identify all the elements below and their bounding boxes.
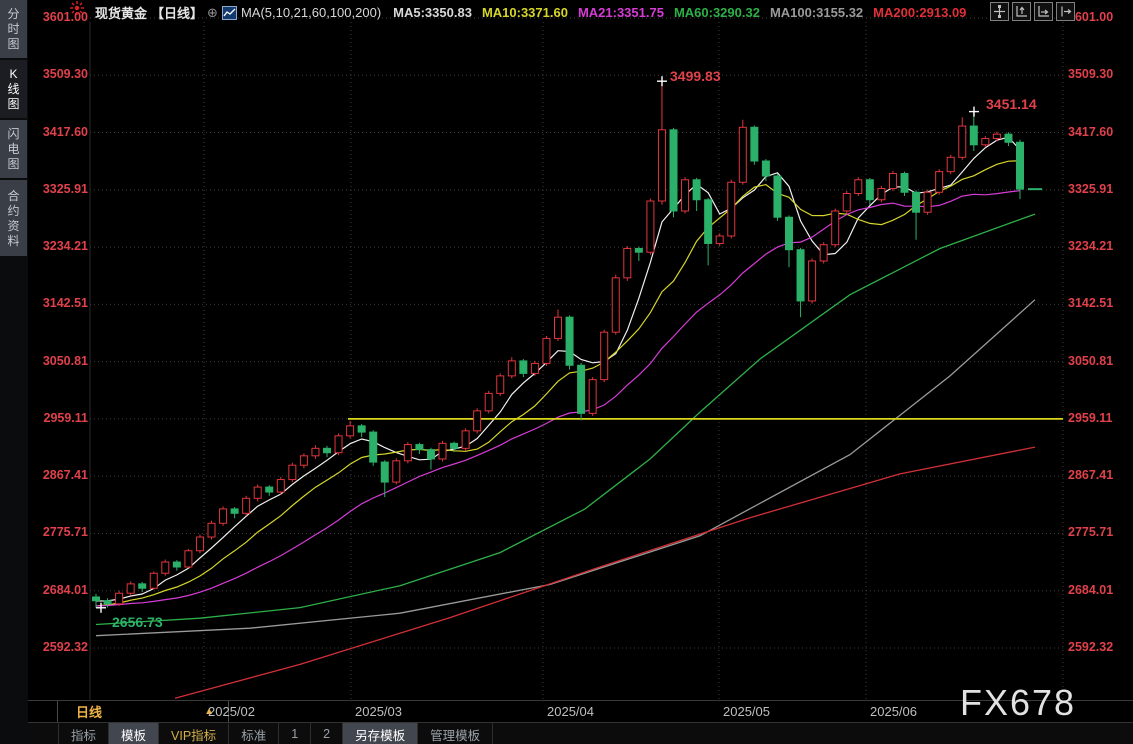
ma-value: MA200:2913.09 (873, 5, 966, 20)
sidebar-item-char: 时 (7, 22, 19, 36)
bottom-tab[interactable]: 标准 (229, 723, 279, 744)
period-selector[interactable]: 日线 ▲ (57, 701, 229, 722)
sidebar-item-3[interactable]: 闪电图 (0, 120, 27, 178)
date-tick: 2025/02 (208, 704, 255, 719)
hot-marker-icon (70, 1, 84, 15)
bottom-tab[interactable]: VIP指标 (159, 723, 229, 744)
price-tick-left: 3142.51 (30, 296, 88, 310)
bottom-tab[interactable]: 指标 (58, 723, 109, 744)
crosshair-move-icon[interactable] (990, 2, 1009, 21)
bottom-tab[interactable]: 管理模板 (418, 723, 493, 744)
left-sidebar: 分时图K线图闪电图合约资料 (0, 0, 28, 744)
price-annotation: 3451.14 (986, 96, 1037, 112)
sidebar-item-1[interactable]: 分时图 (0, 0, 27, 58)
price-tick-right: 3417.60 (1068, 125, 1113, 139)
price-tick-right: 2959.11 (1068, 411, 1113, 425)
bottom-tab[interactable]: 2 (311, 723, 343, 744)
price-tick-left: 3234.21 (30, 239, 88, 253)
price-tick-left: 3509.30 (30, 67, 88, 81)
indicator-legend-icon[interactable] (222, 6, 237, 20)
price-tick-left: 3417.60 (30, 125, 88, 139)
expand-icon[interactable]: ⊕ (207, 5, 218, 21)
chart-header: 现货黄金 【日线】 ⊕ MA(5,10,21,60,100,200) MA5:3… (28, 0, 1133, 22)
price-annotation: 2656.73 (112, 614, 163, 630)
ma-value: MA5:3350.83 (393, 5, 472, 20)
ma-group-label[interactable]: MA(5,10,21,60,100,200) (241, 5, 381, 20)
scale-y-axis-icon[interactable] (1012, 2, 1031, 21)
scale-x-axis-icon[interactable] (1034, 2, 1053, 21)
bottom-tab[interactable]: 模板 (109, 723, 159, 744)
sidebar-item-char: 图 (7, 97, 19, 111)
period-label: 日线 (76, 702, 102, 721)
price-tick-right: 3509.30 (1068, 67, 1113, 81)
sidebar-item-char: 约 (7, 204, 19, 218)
bottom-tab-bar: 指标模板VIP指标标准12另存模板管理模板 (28, 722, 1133, 744)
date-tick: 2025/03 (355, 704, 402, 719)
sidebar-item-char: 资 (7, 219, 19, 233)
price-tick-left: 2959.11 (30, 411, 88, 425)
sidebar-item-4[interactable]: 合约资料 (0, 180, 27, 256)
sidebar-item-char: 线 (7, 82, 19, 96)
ma-value: MA21:3351.75 (578, 5, 664, 20)
sidebar-item-char: 图 (7, 37, 19, 51)
price-tick-right: 2592.32 (1068, 640, 1113, 654)
period-tag: 【日线】 (151, 3, 203, 22)
chart-toolbar (990, 2, 1075, 21)
symbol-title: 现货黄金 (95, 3, 147, 22)
bottom-tab[interactable]: 另存模板 (343, 723, 418, 744)
price-tick-right: 3142.51 (1068, 296, 1113, 310)
price-tick-left: 2867.41 (30, 468, 88, 482)
price-tick-right: 3325.91 (1068, 182, 1113, 196)
sidebar-item-char: 分 (7, 7, 19, 21)
trading-app-window: 3499.833451.142656.73 分时图K线图闪电图合约资料 现货黄金… (0, 0, 1133, 744)
sidebar-item-char: 图 (7, 157, 19, 171)
date-tick: 2025/06 (870, 704, 917, 719)
sidebar-item-char: 电 (7, 142, 19, 156)
sidebar-item-char: 合 (7, 189, 19, 203)
ma-values: MA5:3350.83 MA10:3371.60 MA21:3351.75 MA60:… (393, 5, 976, 20)
pan-right-icon[interactable] (1056, 2, 1075, 21)
price-tick-left: 3050.81 (30, 354, 88, 368)
ma-value: MA100:3155.32 (770, 5, 863, 20)
sidebar-item-char: 料 (7, 234, 19, 248)
ma-value: MA10:3371.60 (482, 5, 568, 20)
ma-value: MA60:3290.32 (674, 5, 760, 20)
price-tick-left: 2684.01 (30, 583, 88, 597)
price-tick-left: 2592.32 (30, 640, 88, 654)
price-tick-right: 3234.21 (1068, 239, 1113, 253)
date-tick: 2025/04 (547, 704, 594, 719)
date-tick: 2025/05 (723, 704, 770, 719)
price-tick-left: 3325.91 (30, 182, 88, 196)
sidebar-item-2[interactable]: K线图 (0, 60, 27, 118)
candlestick-chart[interactable]: 3499.83 3451.14 2656.73 (0, 0, 1133, 744)
price-annotation: 3499.83 (670, 68, 721, 84)
bottom-tab[interactable]: 1 (279, 723, 311, 744)
price-tick-right: 2867.41 (1068, 468, 1113, 482)
sidebar-item-char: K (9, 67, 17, 81)
price-tick-left: 2775.71 (30, 525, 88, 539)
watermark: FX678 (960, 682, 1076, 724)
price-tick-right: 2684.01 (1068, 583, 1113, 597)
price-tick-right: 2775.71 (1068, 525, 1113, 539)
price-tick-right: 3050.81 (1068, 354, 1113, 368)
sidebar-item-char: 闪 (7, 127, 19, 141)
